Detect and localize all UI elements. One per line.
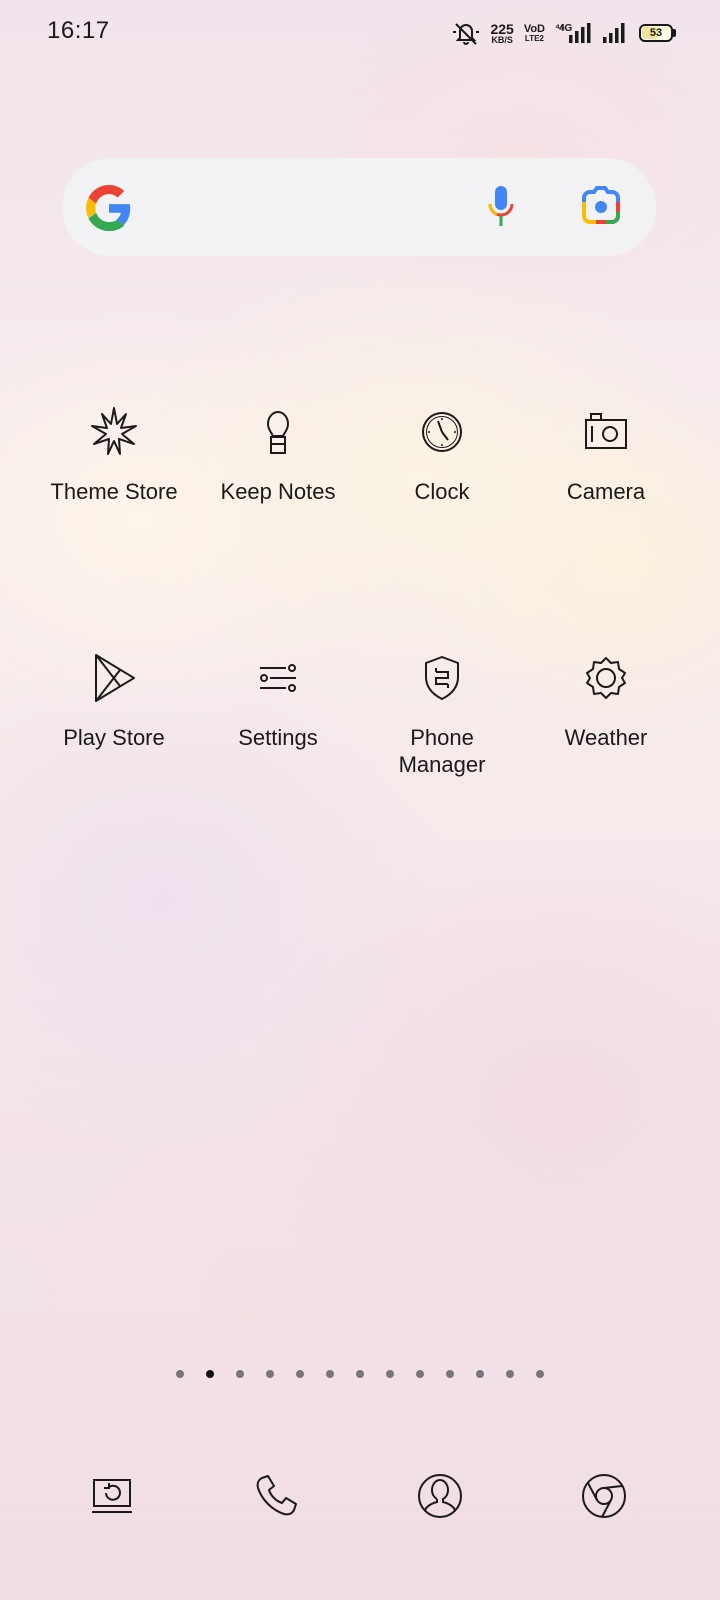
signal-icon (603, 23, 625, 43)
volte-top: VoD (523, 22, 545, 35)
screen-recorder-icon[interactable] (84, 1468, 140, 1524)
app-phone-manager[interactable]: Phone Manager (360, 650, 524, 778)
page-dot[interactable] (446, 1370, 454, 1378)
page-dot[interactable] (266, 1370, 274, 1378)
star-burst-icon (91, 407, 137, 455)
app-play-store[interactable]: Play Store (32, 650, 196, 751)
google-search-bar[interactable] (62, 158, 656, 256)
battery-level: 53 (649, 27, 663, 39)
app-keep-notes[interactable]: Keep Notes (196, 404, 360, 505)
app-label: Play Store (63, 725, 165, 750)
page-dot[interactable] (476, 1370, 484, 1378)
app-label: Phone Manager (360, 724, 524, 778)
page-dot[interactable] (356, 1370, 364, 1378)
volte-bottom: LTE2 (524, 33, 544, 43)
app-label: Weather (564, 725, 648, 750)
app-label-line: Phone (410, 725, 474, 750)
settings-sliders-icon (260, 664, 296, 692)
shield-icon (425, 656, 459, 700)
signal-4g-icon: ⁴⁴ 4G (555, 23, 591, 43)
volte-indicator: VoD LTE2 (523, 22, 545, 43)
battery-body: 53 (639, 24, 673, 42)
mute-bell-icon (453, 23, 480, 45)
app-label: Clock (414, 479, 470, 504)
page-dot[interactable] (236, 1370, 244, 1378)
app-camera[interactable]: Camera (524, 404, 688, 505)
phone-icon[interactable] (248, 1468, 304, 1524)
play-store-icon (95, 654, 135, 702)
battery-tip (673, 29, 676, 37)
status-bar: 16:17 225 KB/S VoD LTE2 ⁴⁴ 4G 53 (0, 0, 720, 64)
page-dot[interactable] (326, 1370, 334, 1378)
sun-gear-icon (586, 657, 626, 699)
lightbulb-icon (266, 411, 290, 454)
app-label-line: Manager (398, 752, 486, 777)
page-indicator[interactable] (0, 1368, 720, 1380)
page-dot[interactable] (296, 1370, 304, 1378)
page-dot-active[interactable] (206, 1370, 214, 1378)
network-speed: 225 KB/S (490, 22, 513, 45)
page-dot[interactable] (506, 1370, 514, 1378)
network-type-label: 4G (559, 23, 573, 34)
app-label: Keep Notes (220, 479, 336, 504)
chrome-icon[interactable] (576, 1468, 632, 1524)
page-dot[interactable] (176, 1370, 184, 1378)
network-speed-value: 225 (490, 20, 514, 37)
camera-icon (585, 413, 627, 449)
app-label: Settings (238, 725, 318, 750)
page-dot[interactable] (536, 1370, 544, 1378)
app-label: Theme Store (50, 479, 178, 504)
google-logo-icon (86, 185, 131, 231)
clock-icon (422, 412, 462, 452)
app-theme-store[interactable]: Theme Store (32, 404, 196, 505)
app-label: Camera (566, 479, 646, 504)
status-time: 16:17 (47, 17, 110, 44)
microphone-icon[interactable] (486, 184, 516, 230)
battery-icon: 53 (639, 24, 676, 42)
app-clock[interactable]: Clock (360, 404, 524, 505)
page-dot[interactable] (386, 1370, 394, 1378)
contacts-icon[interactable] (412, 1468, 468, 1524)
app-settings[interactable]: Settings (196, 650, 360, 751)
app-weather[interactable]: Weather (524, 650, 688, 751)
status-icons: 225 KB/S VoD LTE2 ⁴⁴ 4G 53 (452, 16, 676, 50)
network-speed-unit: KB/S (491, 34, 513, 45)
lens-camera-icon[interactable] (580, 186, 622, 228)
page-dot[interactable] (416, 1370, 424, 1378)
